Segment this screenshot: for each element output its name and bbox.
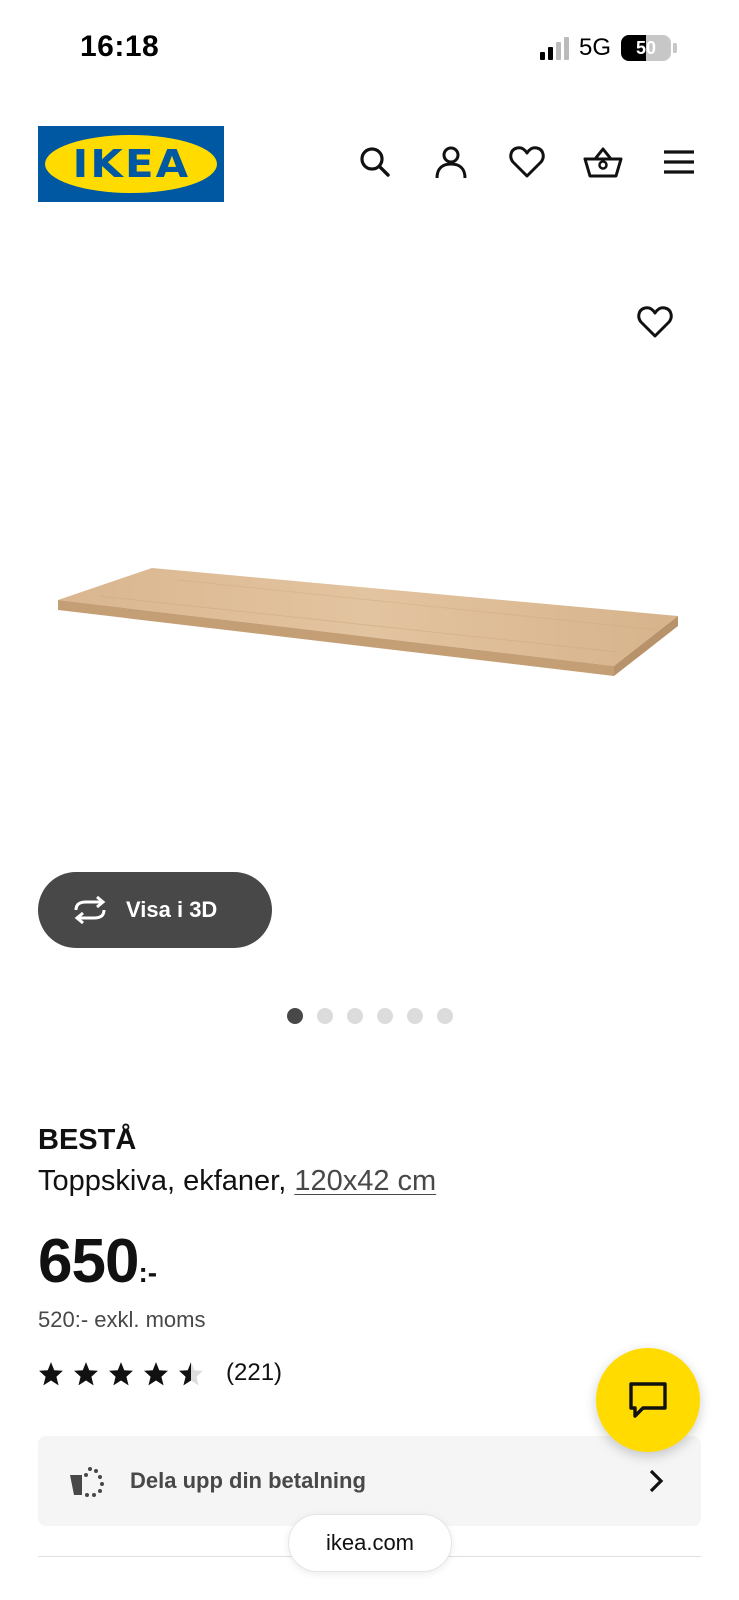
url-text: ikea.com bbox=[325, 1530, 415, 1555]
chat-button[interactable] bbox=[596, 1348, 700, 1452]
header-actions bbox=[353, 140, 701, 184]
heart-icon[interactable] bbox=[505, 140, 549, 184]
rotate-3d-icon bbox=[74, 896, 106, 924]
gallery-dot[interactable] bbox=[286, 1008, 303, 1024]
product-price: 650 :- bbox=[38, 1226, 701, 1297]
gallery-pagination bbox=[0, 1008, 739, 1024]
gallery-dot[interactable] bbox=[406, 1008, 423, 1024]
price-suffix: :- bbox=[138, 1257, 158, 1288]
network-label: 5G bbox=[578, 34, 611, 61]
product-type: Toppskiva, ekfaner, bbox=[38, 1165, 287, 1197]
split-payment-banner[interactable]: Dela upp din betalning bbox=[38, 1436, 701, 1526]
payment-split-icon bbox=[70, 1467, 104, 1497]
signal-icon bbox=[539, 36, 569, 60]
product-image bbox=[58, 560, 682, 685]
add-to-favourites-button[interactable] bbox=[633, 300, 677, 344]
ikea-logo[interactable]: IKEA bbox=[38, 126, 224, 202]
search-icon[interactable] bbox=[353, 140, 397, 184]
account-icon[interactable] bbox=[429, 140, 473, 184]
status-time: 16:18 bbox=[80, 30, 160, 63]
half-star-icon bbox=[179, 1361, 203, 1385]
price-value: 650 bbox=[38, 1227, 139, 1296]
product-info: BESTÅ Toppskiva, ekfaner, 120x42 cm 650 … bbox=[38, 1124, 701, 1387]
status-indicators: 5G 50 bbox=[539, 34, 677, 62]
chevron-right-icon bbox=[649, 1469, 664, 1493]
gallery-dot[interactable] bbox=[316, 1008, 333, 1024]
star-icon bbox=[74, 1361, 98, 1385]
gallery-dot[interactable] bbox=[346, 1008, 363, 1024]
product-description: Toppskiva, ekfaner, 120x42 cm bbox=[38, 1165, 701, 1198]
gallery-dot[interactable] bbox=[436, 1008, 453, 1024]
star-icon bbox=[144, 1361, 168, 1385]
product-brand: BESTÅ bbox=[38, 1124, 137, 1156]
product-size-link[interactable]: 120x42 cm bbox=[294, 1165, 436, 1197]
battery-icon: 50 bbox=[621, 35, 671, 61]
view-in-3d-button[interactable]: Visa i 3D bbox=[38, 872, 272, 948]
browser-url-bar[interactable]: ikea.com bbox=[288, 1514, 452, 1572]
rating-stars bbox=[38, 1361, 204, 1386]
view-in-3d-label: Visa i 3D bbox=[126, 897, 218, 922]
split-payment-label: Dela upp din betalning bbox=[130, 1468, 366, 1493]
star-icon bbox=[39, 1361, 63, 1385]
logo-text: IKEA bbox=[72, 142, 190, 186]
gallery-dot[interactable] bbox=[376, 1008, 393, 1024]
product-gallery[interactable]: Visa i 3D bbox=[0, 260, 739, 960]
rating-count: (221) bbox=[226, 1359, 283, 1386]
star-icon bbox=[109, 1361, 133, 1385]
chat-icon bbox=[629, 1382, 667, 1418]
site-header: IKEA bbox=[38, 126, 701, 202]
status-bar: 16:18 5G 50 bbox=[0, 0, 739, 100]
battery-level: 50 bbox=[635, 37, 657, 58]
price-excl-vat: 520:- exkl. moms bbox=[38, 1307, 206, 1332]
menu-icon[interactable] bbox=[657, 140, 701, 184]
basket-icon[interactable] bbox=[581, 140, 625, 184]
